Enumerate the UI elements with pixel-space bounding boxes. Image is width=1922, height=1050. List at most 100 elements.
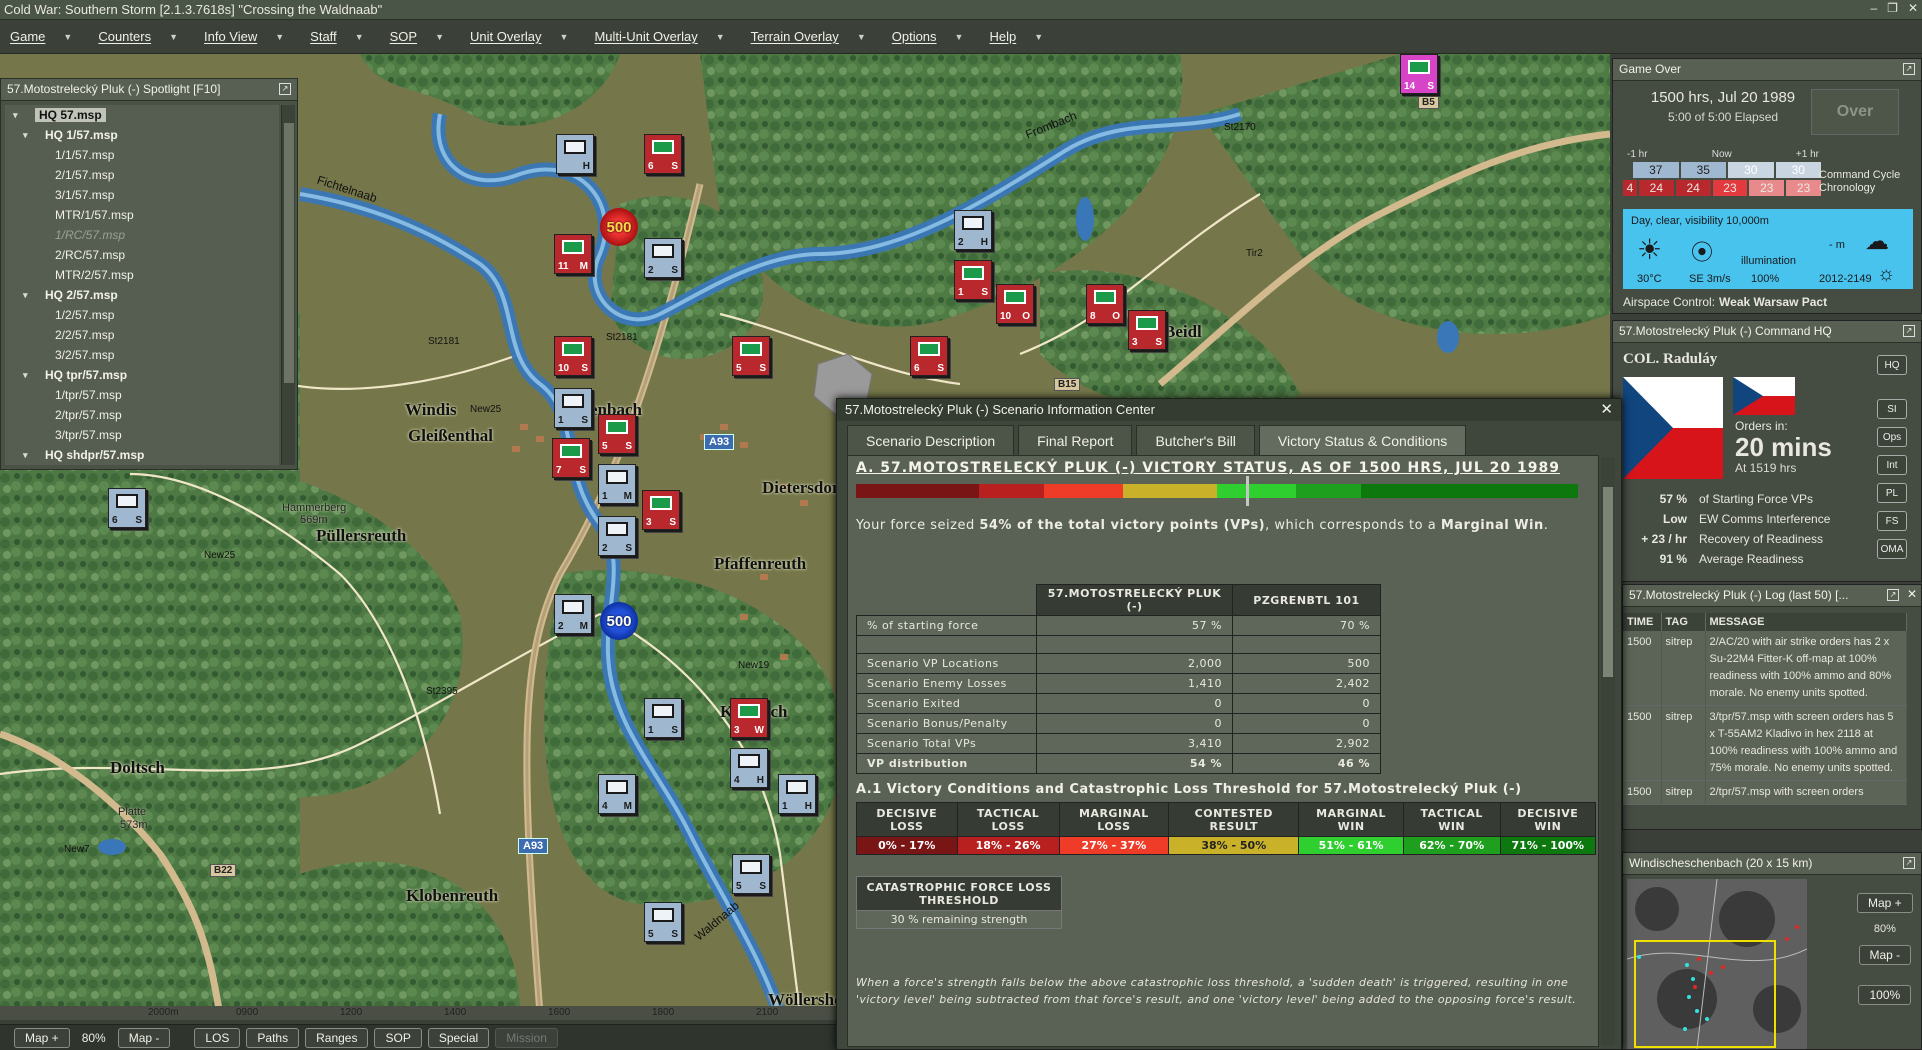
minimap-fit-button[interactable]: 100% [1858, 985, 1912, 1005]
unit-counter[interactable]: 4H [730, 748, 768, 788]
tree-item-hq[interactable]: ▾ HQ 57.msp [5, 105, 279, 125]
minimap-zoom-out-button[interactable]: Map - [1858, 945, 1912, 965]
unit-counter[interactable]: 3S [642, 490, 680, 530]
unit-counter[interactable]: H [556, 134, 594, 174]
tree-item-unit[interactable]: 3/1/57.msp [5, 185, 279, 205]
unit-counter[interactable]: 5S [732, 336, 770, 376]
tree-item-unit[interactable]: 3/tpr/57.msp [5, 425, 279, 445]
pin-icon[interactable]: ↗ [279, 83, 291, 95]
tree-item-unit[interactable]: 1/1/57.msp [5, 145, 279, 165]
unit-counter[interactable]: 6S [910, 336, 948, 376]
vp-objective-red[interactable]: 500 [600, 208, 638, 246]
menu-sop[interactable]: SOP ▼ [390, 29, 444, 44]
tree-item-hq[interactable]: ▾ HQ 2/57.msp [5, 285, 279, 305]
unit-counter[interactable]: 1S [954, 260, 992, 300]
tab-victory-status[interactable]: Victory Status & Conditions [1258, 425, 1467, 455]
log-row[interactable]: 1500 sitrep 2/tpr/57.msp with screen order… [1623, 780, 1907, 805]
close-icon[interactable]: ✕ [1907, 587, 1917, 601]
unit-counter[interactable]: 2S [598, 516, 636, 556]
paths-button[interactable]: Paths [246, 1027, 300, 1048]
unit-counter[interactable]: 5S [598, 414, 636, 454]
vp-objective-blue[interactable]: 500 [600, 602, 638, 640]
expand-toggle-icon[interactable]: ▾ [23, 285, 28, 305]
scroll-thumb[interactable] [1603, 487, 1613, 677]
ranges-button[interactable]: Ranges [305, 1027, 369, 1048]
menu-terrain-overlay[interactable]: Terrain Overlay ▼ [751, 29, 866, 44]
pin-icon[interactable]: ↗ [1903, 325, 1915, 337]
tree-item-unit[interactable]: 2/tpr/57.msp [5, 405, 279, 425]
unit-counter[interactable]: 11 M [554, 234, 592, 274]
tree-item-unit[interactable]: 2/1/57.msp [5, 165, 279, 185]
unit-counter[interactable]: 3W [730, 698, 768, 738]
close-icon[interactable]: ✕ [1600, 400, 1613, 418]
unit-counter[interactable]: 2M [554, 594, 592, 634]
map-zoom-out-button[interactable]: Map - [117, 1027, 171, 1048]
tree-item-hq[interactable]: ▾ HQ shdpr/57.msp [5, 445, 279, 465]
special-button[interactable]: Special [427, 1027, 490, 1048]
minimap-image[interactable] [1627, 879, 1807, 1049]
tree-item-unit[interactable]: 1/2/57.msp [5, 305, 279, 325]
pin-icon[interactable]: ↗ [1887, 589, 1899, 601]
los-button[interactable]: LOS [194, 1027, 241, 1048]
tree-item-unit[interactable]: MTR/1/57.msp [5, 205, 279, 225]
si-button[interactable]: SI [1877, 399, 1907, 419]
minimap-zoom-in-button[interactable]: Map + [1857, 893, 1913, 913]
close-icon[interactable]: ✕ [1908, 1, 1918, 15]
menu-multi-unit-overlay[interactable]: Multi-Unit Overlay ▼ [594, 29, 724, 44]
menu-help[interactable]: Help ▼ [989, 29, 1043, 44]
menu-game[interactable]: Game ▼ [10, 29, 72, 44]
mission-button[interactable]: Mission [495, 1027, 558, 1048]
expand-toggle-icon[interactable]: ▾ [23, 445, 28, 465]
dialog-scrollbar[interactable] [1601, 457, 1615, 1045]
fs-button[interactable]: FS [1877, 511, 1907, 531]
oma-button[interactable]: OMA [1877, 539, 1907, 559]
unit-counter[interactable]: 1H [778, 774, 816, 814]
hq-button[interactable]: HQ [1877, 355, 1907, 375]
tree-item-unit[interactable]: 3/2/57.msp [5, 345, 279, 365]
over-button[interactable]: Over [1811, 89, 1899, 135]
minimize-icon[interactable]: – [1870, 1, 1877, 15]
unit-counter[interactable]: 6S [644, 134, 682, 174]
menu-info-view[interactable]: Info View ▼ [204, 29, 284, 44]
unit-counter[interactable]: 5S [732, 854, 770, 894]
map-zoom-in-button[interactable]: Map + [14, 1027, 70, 1048]
pin-icon[interactable]: ↗ [1903, 63, 1915, 75]
unit-counter[interactable]: 6S [108, 488, 146, 528]
tree-item-unit[interactable]: 2/2/57.msp [5, 325, 279, 345]
unit-counter[interactable]: 7S [552, 438, 590, 478]
expand-toggle-icon[interactable]: ▾ [13, 105, 18, 125]
sop-button[interactable]: SOP [374, 1027, 422, 1048]
unit-counter[interactable]: 1S [644, 698, 682, 738]
menu-options[interactable]: Options ▼ [892, 29, 964, 44]
unit-counter[interactable]: 8O [1086, 284, 1124, 324]
unit-counter[interactable]: 3S [1128, 310, 1166, 350]
unit-counter[interactable]: 10 O [996, 284, 1034, 324]
unit-counter[interactable]: 10 S [554, 336, 592, 376]
pl-button[interactable]: PL [1877, 483, 1907, 503]
ops-button[interactable]: Ops [1877, 427, 1907, 447]
menu-unit-overlay[interactable]: Unit Overlay ▼ [470, 29, 568, 44]
tab-butchers-bill[interactable]: Butcher's Bill [1136, 425, 1255, 455]
unit-counter[interactable]: 5S [644, 902, 682, 942]
tree-item-unit[interactable]: 1/tpr/57.msp [5, 385, 279, 405]
scroll-thumb[interactable] [284, 123, 294, 383]
unit-counter[interactable]: 2H [954, 210, 992, 250]
unit-counter[interactable]: 1S [554, 388, 592, 428]
menu-counters[interactable]: Counters ▼ [98, 29, 178, 44]
log-row[interactable]: 1500 sitrep 3/tpr/57.msp with screen order… [1623, 705, 1907, 781]
spotlight-scrollbar[interactable] [281, 105, 295, 465]
tab-final-report[interactable]: Final Report [1018, 425, 1133, 455]
tree-item-hq[interactable]: ▾ HQ tpr/57.msp [5, 365, 279, 385]
expand-toggle-icon[interactable]: ▾ [23, 125, 28, 145]
tree-item-hq[interactable]: ▾ HQ 1/57.msp [5, 125, 279, 145]
int-button[interactable]: Int [1877, 455, 1907, 475]
tab-scenario-description[interactable]: Scenario Description [847, 425, 1015, 455]
expand-toggle-icon[interactable]: ▾ [23, 365, 28, 385]
menu-staff[interactable]: Staff ▼ [310, 29, 363, 44]
pin-icon[interactable]: ↗ [1903, 857, 1915, 869]
unit-counter[interactable]: 4M [598, 774, 636, 814]
unit-counter[interactable]: 1M [598, 464, 636, 504]
tree-item-unit[interactable]: 1/RC/57.msp [5, 225, 279, 245]
log-row[interactable]: 1500 sitrep 2/AC/20 with air strike orders… [1623, 631, 1907, 706]
unit-counter[interactable]: 2S [644, 238, 682, 278]
